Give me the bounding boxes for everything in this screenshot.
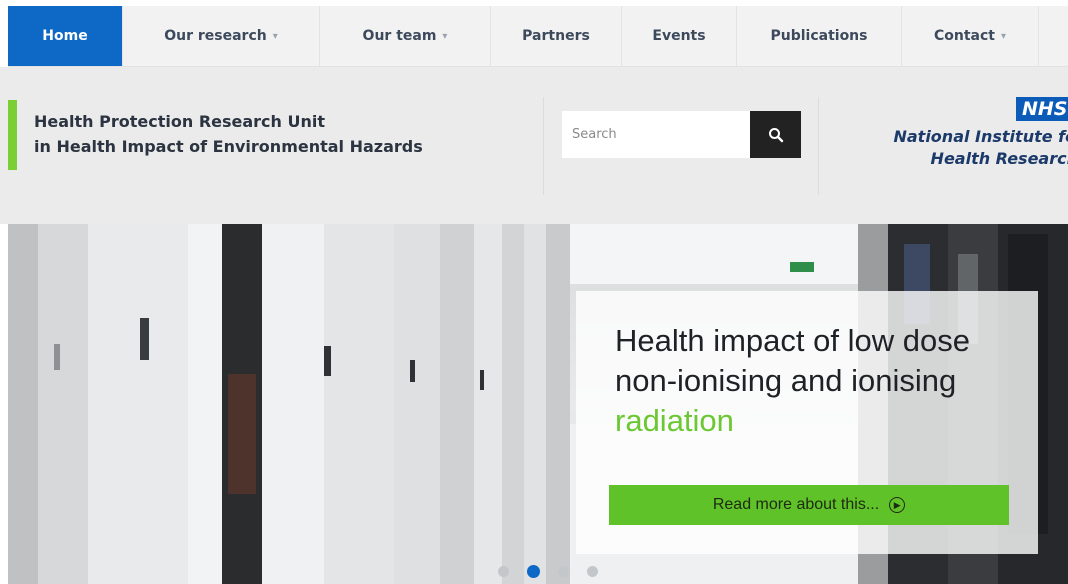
nav-home[interactable]: Home — [8, 6, 123, 66]
unit-title-line2: in Health Impact of Environmental Hazard… — [34, 137, 423, 156]
nihr-line2: Health Research — [930, 149, 1068, 168]
nihr-logo[interactable]: NHS National Institute for Health Resear… — [860, 95, 1068, 175]
slider-dot-4[interactable] — [587, 566, 598, 577]
nav-our-team-label: Our team — [362, 28, 437, 44]
chevron-down-icon: ▾ — [1000, 30, 1007, 42]
hero-title-main: Health impact of low dose non-ionising a… — [615, 323, 970, 398]
header-divider — [543, 97, 544, 195]
site-header: Health Protection Research Unit in Healt… — [0, 67, 1068, 224]
unit-title[interactable]: Health Protection Research Unit in Healt… — [34, 109, 423, 159]
nav-events-label: Events — [652, 28, 706, 44]
slider-dot-2[interactable] — [527, 565, 540, 578]
nav-publications-label: Publications — [770, 28, 868, 44]
nhs-badge: NHS — [1016, 97, 1068, 121]
nav-events[interactable]: Events — [622, 6, 737, 66]
nav-our-research[interactable]: Our research ▾ — [123, 6, 320, 66]
slider-dot-3[interactable] — [558, 566, 569, 577]
slider-dot-1[interactable] — [498, 566, 509, 577]
nav-contact-label: Contact — [933, 28, 995, 44]
hero-caption-box: Health impact of low dose non-ionising a… — [576, 291, 1038, 554]
search-form — [562, 111, 801, 158]
circle-arrow-right-icon: ▶ — [889, 497, 906, 513]
chevron-down-icon: ▾ — [442, 30, 448, 42]
hero-slider: Health impact of low dose non-ionising a… — [8, 224, 1068, 584]
search-button[interactable] — [750, 111, 801, 158]
accent-bar — [8, 100, 17, 170]
nav-partners[interactable]: Partners — [491, 6, 622, 66]
nav-home-label: Home — [42, 28, 88, 44]
read-more-label: Read more about this... — [712, 496, 880, 513]
header-divider — [818, 97, 819, 195]
nav-our-team[interactable]: Our team ▾ — [320, 6, 491, 66]
nihr-line1: National Institute for — [893, 127, 1068, 146]
nav-publications[interactable]: Publications — [737, 6, 902, 66]
search-input[interactable] — [562, 111, 750, 158]
hero-title-highlight: radiation — [615, 403, 734, 438]
chevron-down-icon: ▾ — [272, 30, 278, 42]
search-icon — [768, 127, 783, 142]
read-more-button[interactable]: Read more about this... ▶ — [609, 485, 1009, 525]
nav-our-research-label: Our research — [164, 28, 267, 44]
main-nav: Home Our research ▾ Our team ▾ Partners … — [8, 6, 1068, 67]
nav-partners-label: Partners — [522, 28, 590, 44]
slider-pagination — [498, 565, 598, 578]
hero-title: Health impact of low dose non-ionising a… — [615, 321, 1015, 441]
nav-contact[interactable]: Contact ▾ — [902, 6, 1039, 66]
unit-title-line1: Health Protection Research Unit — [34, 112, 326, 131]
